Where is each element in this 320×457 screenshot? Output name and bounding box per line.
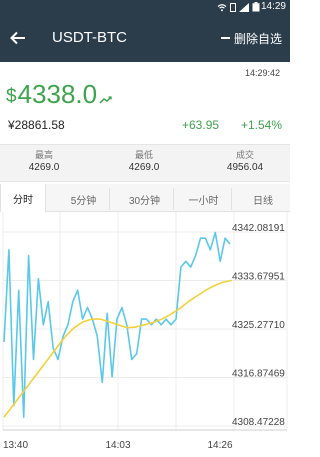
tab-1hour[interactable]: 一小时 <box>176 188 232 210</box>
x-tick-label: 13:40 <box>3 440 28 451</box>
battery-icon <box>252 2 260 12</box>
stat-label: 成交 <box>235 150 254 160</box>
change-percent: +1.54% <box>240 118 282 132</box>
y-tick-label: 4325.27710 <box>232 320 285 331</box>
tab-30min[interactable]: 30分钟 <box>116 188 174 210</box>
chart-svg: 4342.08191 4333.67951 4325.27710 4316.87469… <box>2 212 288 451</box>
currency-sign: $ <box>6 86 17 107</box>
back-button[interactable] <box>6 26 30 50</box>
stat-label: 最高 <box>34 150 53 160</box>
change-amount: +63.95 <box>182 118 220 132</box>
remove-favorite-button[interactable]: 删除自选 <box>220 30 282 46</box>
y-tick-label: 4333.67951 <box>232 272 285 283</box>
minus-icon <box>220 37 230 39</box>
tab-timeshare[interactable]: 分时 <box>0 184 46 212</box>
stat-value: 4269.0 <box>128 162 160 173</box>
sim-icon <box>230 2 236 12</box>
stat-value: 4956.04 <box>226 162 264 173</box>
signal-icon <box>239 2 249 12</box>
price-panel: 14:29:42 $ 4338.0 ¥28861.58 +63.95 +1.54… <box>0 62 290 144</box>
status-time: 14:29 <box>260 1 286 12</box>
interval-tabs: 分时 5分钟 30分钟 一小时 日线 <box>0 184 290 212</box>
status-bar: 14:29 <box>0 0 290 14</box>
x-tick-label: 14:26 <box>207 440 232 451</box>
page-title: USDT-BTC <box>52 29 127 46</box>
stat-label: 最低 <box>134 150 153 160</box>
trend-up-icon <box>99 96 112 104</box>
last-price: 4338.0 <box>17 79 98 109</box>
status-icons <box>217 1 260 13</box>
cny-price: ¥28861.58 <box>8 118 65 132</box>
x-tick-label: 14:03 <box>105 440 130 451</box>
tab-5min[interactable]: 5分钟 <box>58 188 110 210</box>
y-tick-label: 4316.87469 <box>232 369 285 380</box>
update-time: 14:29:42 <box>244 68 280 78</box>
app-bar: USDT-BTC 删除自选 <box>0 14 290 62</box>
stat-low: 最低 4269.0 <box>104 149 184 175</box>
remove-favorite-label: 删除自选 <box>233 31 282 46</box>
stat-high: 最高 4269.0 <box>4 149 84 175</box>
stat-volume: 成交 4956.04 <box>205 149 285 175</box>
y-tick-label: 4342.08191 <box>232 223 285 234</box>
back-arrow-icon <box>10 31 25 45</box>
price-chart[interactable]: 4342.08191 4333.67951 4325.27710 4316.87469… <box>0 212 290 457</box>
y-tick-label: 4308.47228 <box>232 417 285 428</box>
tab-daily[interactable]: 日线 <box>236 188 290 210</box>
stat-value: 4269.0 <box>28 162 60 173</box>
stats-row: 最高 4269.0 最低 4269.0 成交 4956.04 <box>0 144 290 182</box>
wifi-icon <box>217 3 227 11</box>
price-line: $ 4338.0 <box>6 80 113 108</box>
